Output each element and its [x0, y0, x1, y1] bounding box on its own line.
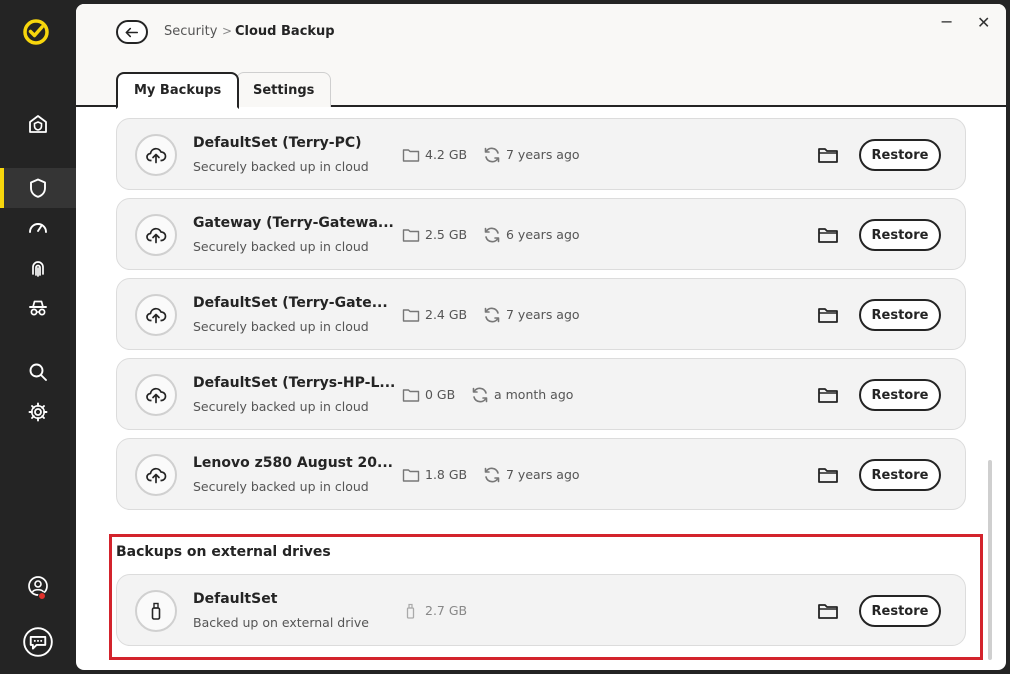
folder-small-icon	[402, 469, 420, 482]
restore-button[interactable]: Restore	[859, 139, 941, 171]
folder-small-icon	[402, 389, 420, 402]
fingerprint-icon	[32, 261, 44, 277]
external-backup-row: DefaultSet Backed up on external drive 2…	[116, 574, 966, 646]
backup-name: DefaultSet (Terry-Gate...	[193, 295, 388, 311]
folder-icon[interactable]	[817, 465, 839, 485]
restore-button[interactable]: Restore	[859, 595, 941, 627]
sidebar-item-account[interactable]	[0, 566, 76, 606]
sync-icon	[472, 387, 488, 403]
sidebar-item-privacy[interactable]	[0, 288, 76, 328]
backup-size: 2.5 GB	[425, 227, 468, 242]
sidebar-item-identity[interactable]	[0, 248, 76, 288]
tab-settings[interactable]: Settings	[236, 72, 332, 107]
restore-button[interactable]: Restore	[859, 379, 941, 411]
restore-button[interactable]: Restore	[859, 459, 941, 491]
folder-icon[interactable]	[817, 145, 839, 165]
app-window: Security > Cloud Backup − ✕ My Backups S…	[0, 0, 1010, 674]
backup-age: 7 years ago	[506, 467, 580, 482]
cloud-upload-icon	[135, 374, 177, 416]
backup-status: Securely backed up in cloud	[193, 159, 369, 174]
sidebar-item-settings[interactable]	[0, 392, 76, 432]
backup-status: Securely backed up in cloud	[193, 399, 369, 414]
backup-size: 2.4 GB	[425, 307, 468, 322]
incognito-icon	[29, 300, 47, 316]
folder-small-icon	[402, 309, 420, 322]
sidebar-item-security[interactable]	[0, 168, 76, 208]
notification-dot	[38, 592, 46, 600]
backup-size: 1.8 GB	[425, 467, 468, 482]
backup-name: DefaultSet (Terry-PC)	[193, 135, 362, 151]
backup-age: a month ago	[494, 387, 574, 402]
back-button[interactable]	[116, 20, 148, 44]
restore-button[interactable]: Restore	[859, 299, 941, 331]
tab-my-backups[interactable]: My Backups	[116, 72, 240, 109]
breadcrumb-separator: >	[222, 24, 233, 38]
backup-age: 7 years ago	[506, 307, 580, 322]
backup-name: DefaultSet	[193, 591, 278, 607]
sync-icon	[484, 227, 500, 243]
sidebar	[0, 0, 76, 674]
folder-icon[interactable]	[817, 305, 839, 325]
gear-icon	[28, 402, 48, 422]
backup-name: Lenovo z580 August 20...	[193, 455, 393, 471]
home-shield-icon	[29, 115, 47, 133]
sidebar-item-performance[interactable]	[0, 208, 76, 248]
backup-status: Securely backed up in cloud	[193, 239, 369, 254]
search-icon	[29, 363, 47, 381]
backup-age: 6 years ago	[506, 227, 580, 242]
folder-icon[interactable]	[817, 385, 839, 405]
main-panel: Security > Cloud Backup − ✕ My Backups S…	[76, 4, 1006, 670]
usb-drive-icon	[135, 590, 177, 632]
folder-icon[interactable]	[817, 601, 839, 621]
breadcrumb-parent[interactable]: Security	[164, 24, 217, 39]
sync-icon	[484, 307, 500, 323]
cloud-backup-row: DefaultSet (Terry-PC) Securely backed up…	[116, 118, 966, 190]
cloud-backup-row: Gateway (Terry-Gatewa... Securely backed…	[116, 198, 966, 270]
backup-name: Gateway (Terry-Gatewa...	[193, 215, 394, 231]
restore-button[interactable]: Restore	[859, 219, 941, 251]
backup-status: Securely backed up in cloud	[193, 319, 369, 334]
cloud-upload-icon	[135, 214, 177, 256]
arrow-left-icon	[125, 27, 139, 37]
sidebar-item-search[interactable]	[0, 352, 76, 392]
scrollbar[interactable]	[988, 460, 992, 660]
sync-icon	[484, 147, 500, 163]
folder-small-icon	[402, 229, 420, 242]
backup-size: 2.7 GB	[425, 603, 468, 618]
usb-small-icon	[406, 603, 415, 619]
sidebar-item-home[interactable]	[0, 104, 76, 144]
close-button[interactable]: ✕	[977, 13, 990, 32]
backup-size: 4.2 GB	[425, 147, 468, 162]
chat-icon	[23, 627, 53, 657]
backup-size: 0 GB	[425, 387, 456, 402]
sidebar-item-chat[interactable]	[0, 622, 76, 662]
folder-icon[interactable]	[817, 225, 839, 245]
external-section-title: Backups on external drives	[116, 544, 331, 560]
sync-icon	[484, 467, 500, 483]
minimize-button[interactable]: −	[940, 12, 953, 31]
backup-age: 7 years ago	[506, 147, 580, 162]
shield-icon	[30, 178, 46, 198]
cloud-backup-row: Lenovo z580 August 20... Securely backed…	[116, 438, 966, 510]
norton-logo-icon	[23, 19, 49, 45]
header: Security > Cloud Backup − ✕ My Backups S…	[76, 4, 1006, 109]
backup-status: Backed up on external drive	[193, 615, 369, 630]
backup-status: Securely backed up in cloud	[193, 479, 369, 494]
breadcrumb-current: Cloud Backup	[235, 24, 335, 39]
speedometer-icon	[29, 223, 47, 233]
cloud-backup-row: DefaultSet (Terrys-HP-L... Securely back…	[116, 358, 966, 430]
cloud-upload-icon	[135, 294, 177, 336]
cloud-upload-icon	[135, 454, 177, 496]
folder-small-icon	[402, 149, 420, 162]
cloud-backup-row: DefaultSet (Terry-Gate... Securely backe…	[116, 278, 966, 350]
backup-name: DefaultSet (Terrys-HP-L...	[193, 375, 396, 391]
cloud-upload-icon	[135, 134, 177, 176]
